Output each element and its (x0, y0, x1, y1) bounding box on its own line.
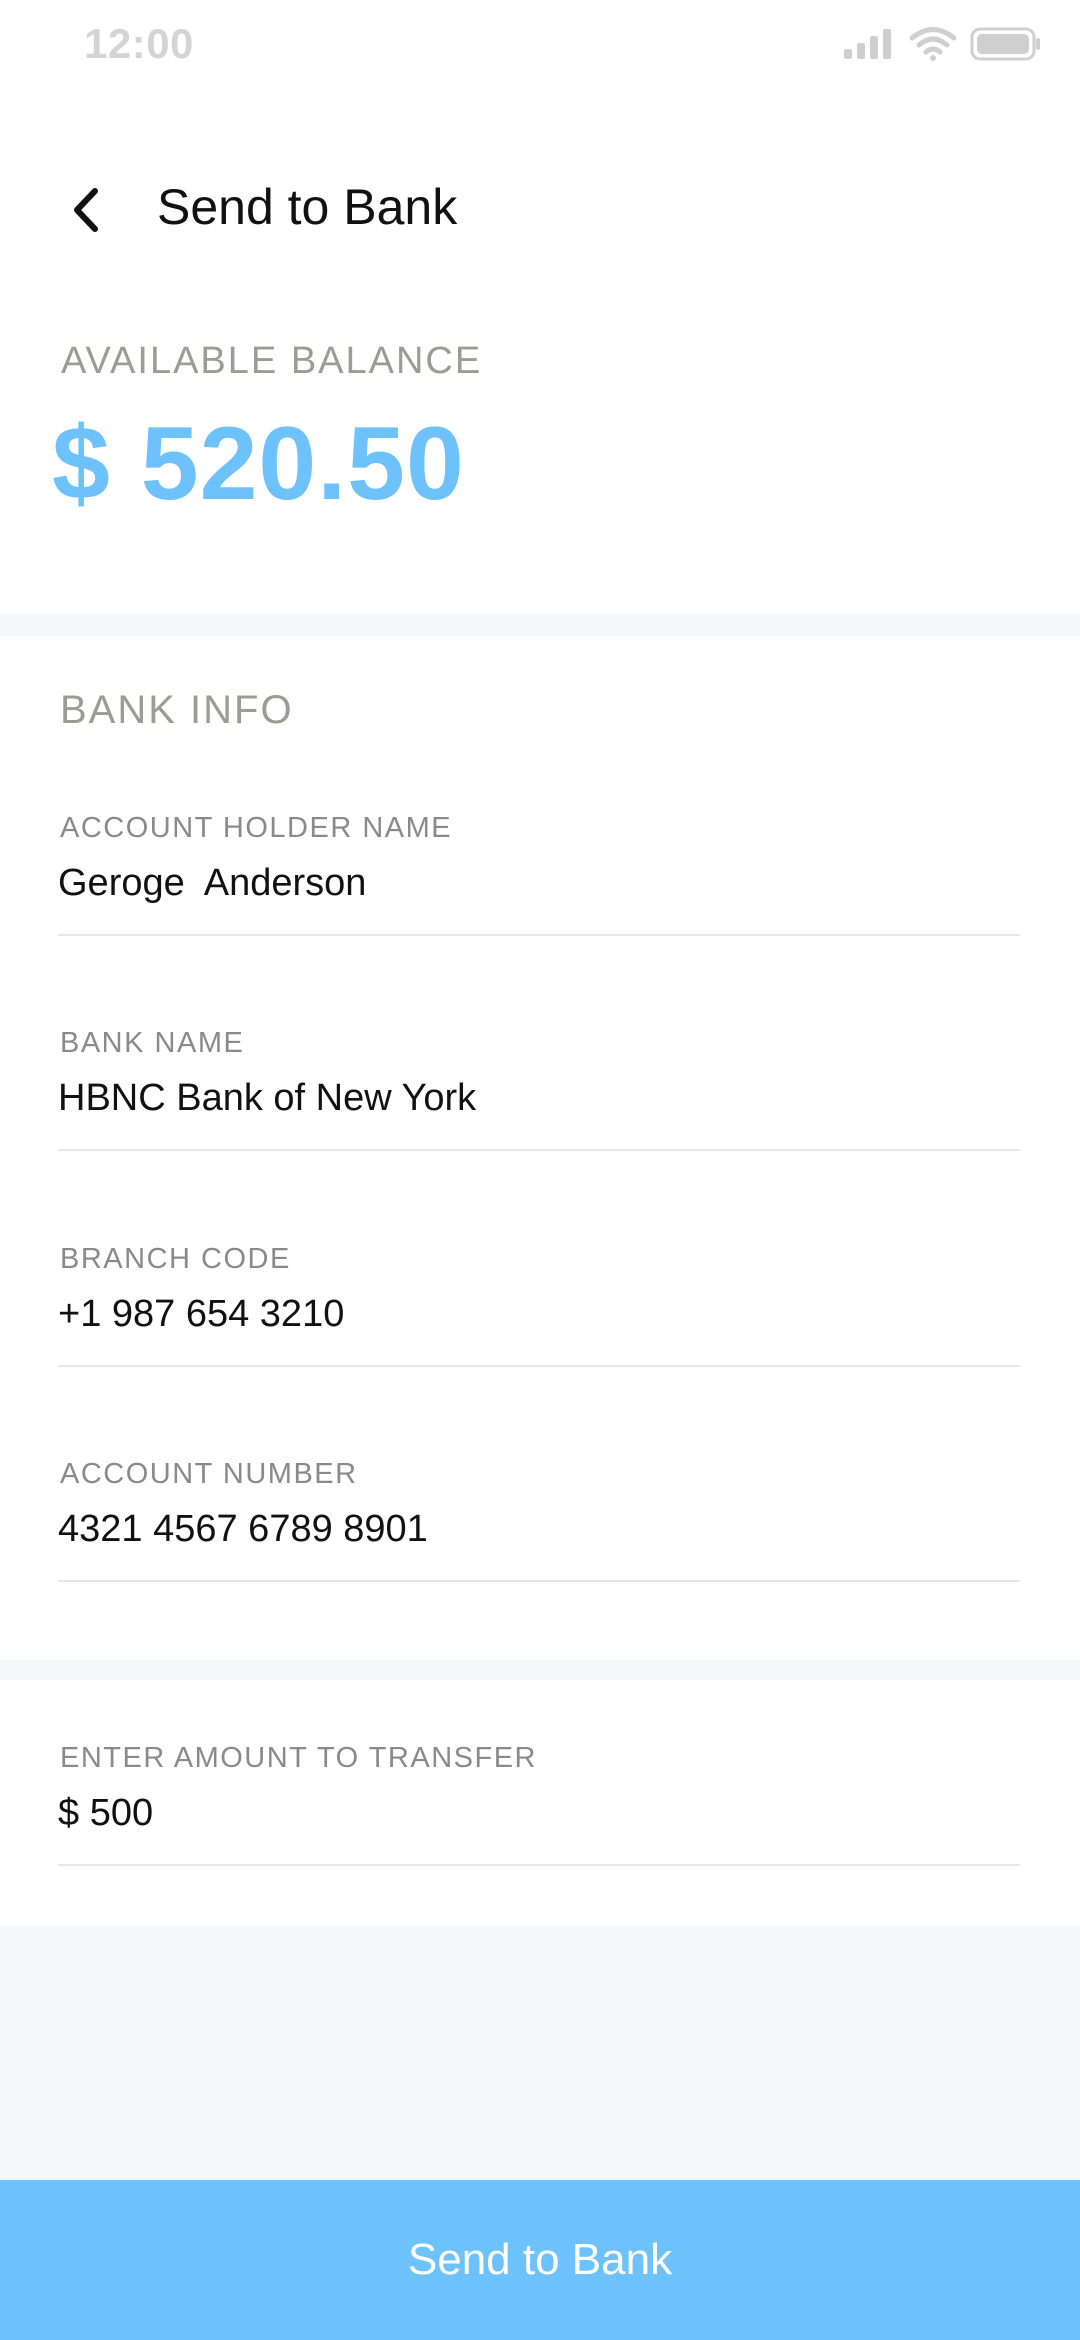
field-underline (58, 1149, 1020, 1151)
status-bar: 12:00 (0, 0, 1080, 90)
field-label: ACCOUNT NUMBER (60, 1458, 358, 1490)
status-time: 12:00 (84, 20, 194, 67)
field-underline (58, 934, 1020, 936)
battery-icon (970, 27, 1040, 61)
account-holder-name-field: ACCOUNT HOLDER NAME (58, 812, 1020, 962)
account-number-field: ACCOUNT NUMBER (58, 1458, 1020, 1608)
balance-value: $ 520.50 (52, 406, 465, 522)
app-header: Send to Bank (0, 150, 1080, 270)
status-icons (842, 26, 1042, 62)
bank-info-title: BANK INFO (60, 688, 294, 732)
branch-code-input[interactable] (58, 1293, 1020, 1336)
balance-label: AVAILABLE BALANCE (61, 340, 483, 382)
bank-name-field: BANK NAME (58, 1027, 1020, 1177)
section-divider (0, 1660, 1080, 1680)
bottom-background (0, 1926, 1080, 2180)
field-underline (58, 1580, 1020, 1582)
account-holder-name-input[interactable] (58, 862, 1020, 905)
back-arrow-icon (74, 188, 98, 232)
field-underline (58, 1864, 1020, 1866)
send-to-bank-button[interactable]: Send to Bank (0, 2180, 1080, 2340)
section-divider (0, 614, 1080, 636)
field-label: BRANCH CODE (60, 1243, 291, 1275)
branch-code-field: BRANCH CODE (58, 1243, 1020, 1393)
transfer-amount-input[interactable] (58, 1792, 1020, 1835)
field-label: ACCOUNT HOLDER NAME (60, 812, 453, 844)
field-label: BANK NAME (60, 1027, 245, 1059)
field-label: ENTER AMOUNT TO TRANSFER (60, 1742, 537, 1774)
bank-name-input[interactable] (58, 1077, 1020, 1120)
wifi-icon (910, 27, 956, 61)
cellular-signal-icon (844, 29, 891, 59)
transfer-amount-field: ENTER AMOUNT TO TRANSFER (58, 1742, 1020, 1892)
account-number-input[interactable] (58, 1508, 1020, 1551)
page-title: Send to Bank (157, 179, 458, 235)
field-underline (58, 1365, 1020, 1367)
back-button[interactable] (50, 175, 120, 245)
